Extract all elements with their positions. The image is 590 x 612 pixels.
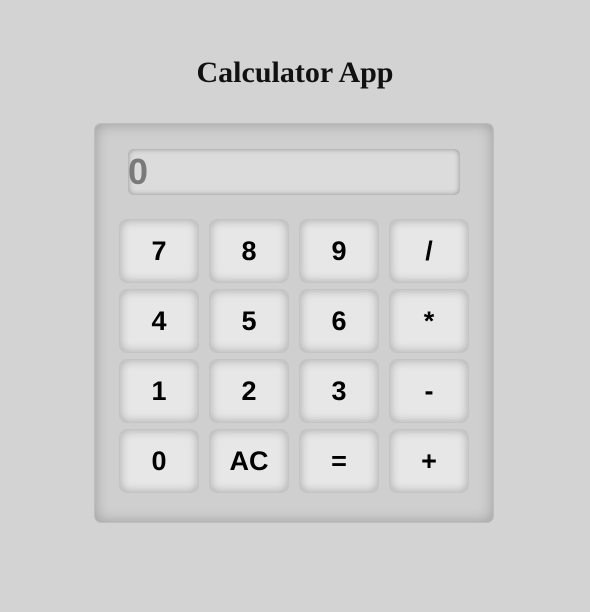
key-2[interactable]: 2 bbox=[209, 359, 289, 423]
page-title: Calculator App bbox=[196, 56, 394, 89]
page: Calculator App 0 7 8 9 / 4 5 6 * 1 2 3 -… bbox=[0, 0, 590, 612]
key-4[interactable]: 4 bbox=[119, 289, 199, 353]
key-6[interactable]: 6 bbox=[299, 289, 379, 353]
key-add[interactable]: + bbox=[389, 429, 469, 493]
key-0[interactable]: 0 bbox=[119, 429, 199, 493]
key-1[interactable]: 1 bbox=[119, 359, 199, 423]
key-equals[interactable]: = bbox=[299, 429, 379, 493]
key-8[interactable]: 8 bbox=[209, 219, 289, 283]
key-5[interactable]: 5 bbox=[209, 289, 289, 353]
key-7[interactable]: 7 bbox=[119, 219, 199, 283]
key-all-clear[interactable]: AC bbox=[209, 429, 289, 493]
keypad: 7 8 9 / 4 5 6 * 1 2 3 - 0 AC = + bbox=[119, 219, 471, 493]
key-subtract[interactable]: - bbox=[389, 359, 469, 423]
key-9[interactable]: 9 bbox=[299, 219, 379, 283]
key-multiply[interactable]: * bbox=[389, 289, 469, 353]
key-3[interactable]: 3 bbox=[299, 359, 379, 423]
calculator-panel: 0 7 8 9 / 4 5 6 * 1 2 3 - 0 AC = + bbox=[94, 123, 494, 523]
key-divide[interactable]: / bbox=[389, 219, 469, 283]
calculator-display[interactable]: 0 bbox=[128, 149, 460, 195]
